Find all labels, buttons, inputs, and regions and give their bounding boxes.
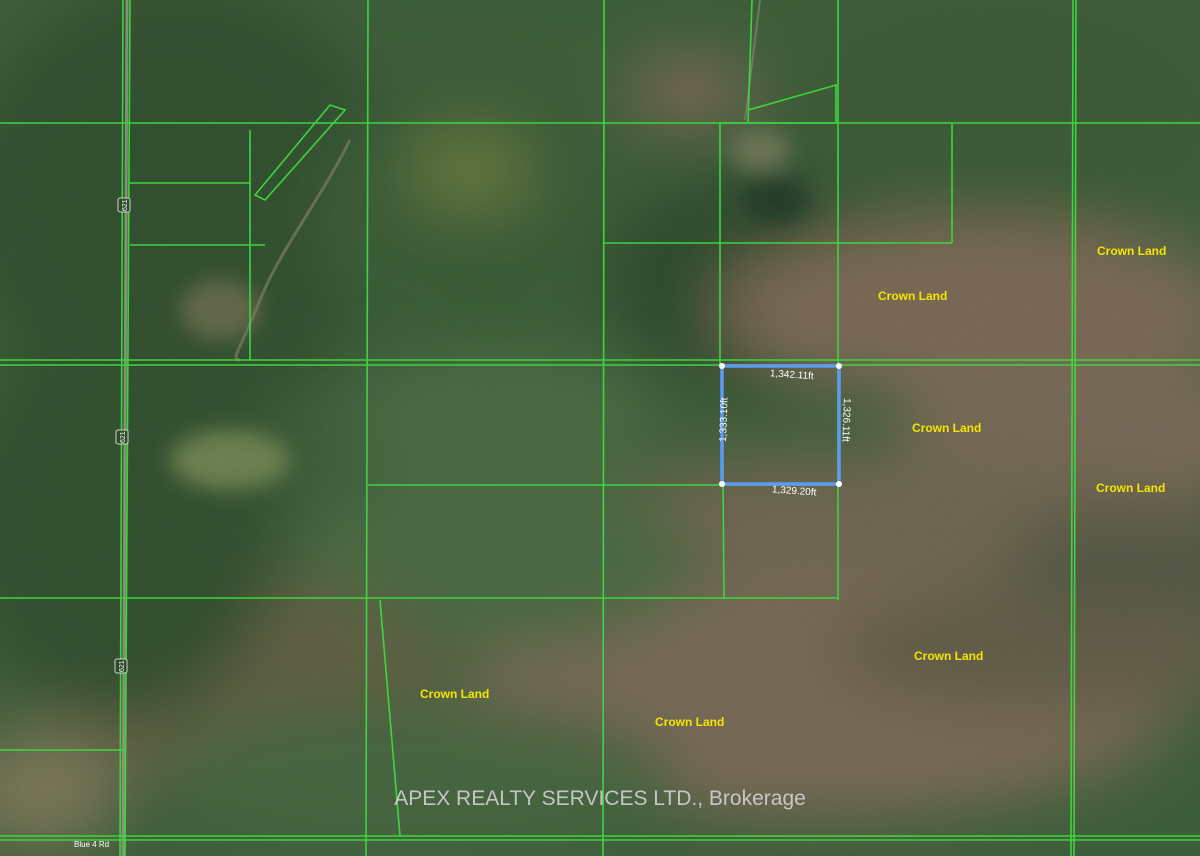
parcel-edge-left: 1,333.10ft [718, 397, 731, 442]
crown-land-label: Crown Land [912, 421, 981, 435]
crown-land-label: Crown Land [655, 715, 724, 729]
crown-land-label: Crown Land [420, 687, 489, 701]
highway-number: 621 [119, 660, 126, 672]
highway-shield: 621 [114, 658, 128, 674]
road-name-label: Blue 4 Rd [74, 840, 109, 849]
highway-shield: 621 [117, 197, 131, 213]
aerial-map[interactable]: 1,342.11ft 1,326.11ft 1,329.20ft 1,333.1… [0, 0, 1200, 856]
crown-land-label: Crown Land [878, 289, 947, 303]
crown-land-label: Crown Land [914, 649, 983, 663]
highway-shield: 621 [115, 429, 129, 445]
crown-land-label: Crown Land [1097, 244, 1166, 258]
crown-land-label: Crown Land [1096, 481, 1165, 495]
brokerage-watermark: APEX REALTY SERVICES LTD., Brokerage [394, 787, 806, 810]
aerial-imagery [0, 0, 1200, 856]
map-canvas[interactable]: 1,342.11ft 1,326.11ft 1,329.20ft 1,333.1… [0, 0, 1200, 856]
highway-number: 621 [122, 199, 129, 211]
parcel-edge-right: 1,326.11ft [839, 398, 852, 442]
highway-number: 621 [120, 431, 127, 443]
